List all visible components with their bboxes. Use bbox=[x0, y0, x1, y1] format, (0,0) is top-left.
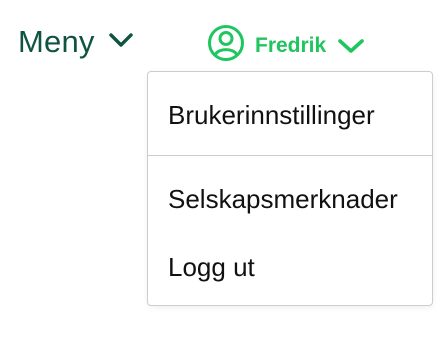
user-name: Fredrik bbox=[255, 33, 327, 57]
menu-toggle-button[interactable]: Meny bbox=[18, 22, 133, 62]
chevron-down-icon bbox=[108, 32, 133, 53]
user-circle-icon bbox=[207, 24, 245, 67]
menu-item-user-settings[interactable]: Brukerinnstillinger bbox=[168, 98, 375, 132]
user-menu-button[interactable]: Fredrik bbox=[207, 24, 365, 67]
menu-item-company-notes[interactable]: Selskapsmerknader bbox=[168, 182, 398, 216]
dropdown-divider bbox=[148, 155, 432, 156]
chevron-down-icon bbox=[338, 38, 365, 54]
menu-item-logout[interactable]: Logg ut bbox=[168, 250, 255, 284]
page: Meny Fredrik Brukerinnstillinger Selskap… bbox=[0, 0, 445, 350]
menu-label: Meny bbox=[18, 24, 95, 59]
user-dropdown-menu: Brukerinnstillinger Selskapsmerknader Lo… bbox=[147, 71, 433, 306]
